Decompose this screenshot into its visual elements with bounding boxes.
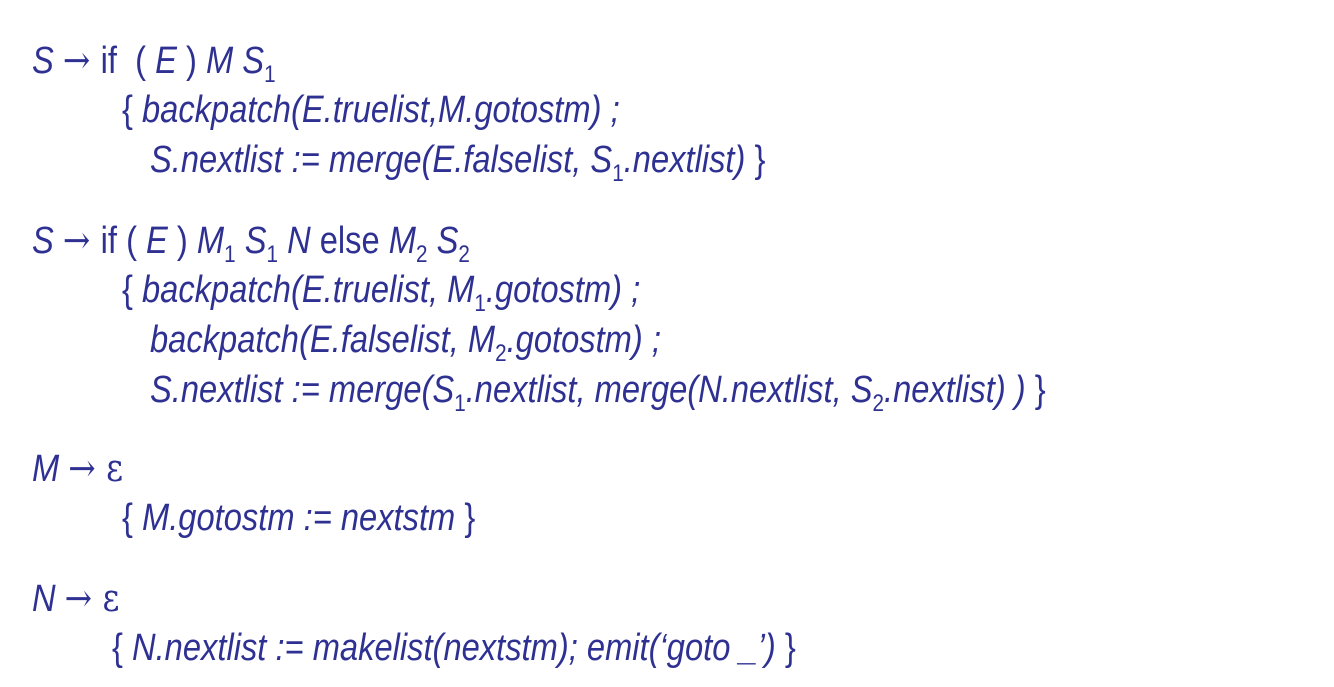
- subscript: 1: [474, 290, 486, 317]
- text-segment: }: [745, 139, 766, 181]
- text-segment: .nextlist): [623, 139, 746, 181]
- text-segment: .nextlist) ): [884, 369, 1026, 411]
- text-segment: M.gotostm := nextstm: [141, 497, 456, 539]
- text-segment: backpatch(E.falselist, M: [150, 319, 496, 361]
- production-n: N → ε: [32, 576, 119, 621]
- text-segment: }: [775, 627, 796, 669]
- text-segment: .gotostm) ;: [485, 269, 641, 311]
- action-n: { N.nextlist := makelist(nextstm); emit(…: [112, 626, 796, 670]
- text-segment: E: [146, 220, 168, 262]
- subscript: 2: [495, 340, 507, 367]
- subscript: 1: [454, 390, 466, 417]
- text-segment: M: [196, 220, 225, 262]
- text-segment: ): [167, 220, 197, 262]
- text-segment: {: [112, 627, 132, 669]
- arrow-symbol: → ε: [64, 576, 120, 620]
- text-segment: M: [32, 448, 69, 490]
- text-segment: backpatch(E.truelist,M.gotostm) ;: [141, 89, 620, 131]
- action-if-2: S.nextlist := merge(E.falselist, S1.next…: [150, 138, 765, 196]
- subscript: 1: [224, 241, 236, 268]
- subscript: 2: [416, 241, 428, 268]
- text-segment: N: [277, 220, 311, 262]
- arrow-symbol: →: [62, 218, 101, 262]
- action-if-1: { backpatch(E.truelist,M.gotostm) ;: [122, 88, 620, 132]
- subscript: 1: [612, 160, 624, 187]
- text-segment: S.nextlist := merge(S: [150, 369, 455, 411]
- text-segment: S: [32, 220, 63, 262]
- text-segment: S: [427, 220, 459, 262]
- text-segment: .nextlist, merge(N.nextlist, S: [465, 369, 873, 411]
- production-m: M → ε: [32, 446, 123, 491]
- text-segment: M: [388, 220, 417, 262]
- text-segment: S.nextlist := merge(E.falselist, S: [150, 139, 613, 181]
- text-segment: backpatch(E.truelist, M: [141, 269, 475, 311]
- text-segment: S: [235, 220, 267, 262]
- text-segment: N.nextlist := makelist(nextstm); emit(‘g…: [131, 627, 776, 669]
- text-segment: .gotostm) ;: [506, 319, 661, 361]
- subscript: 2: [458, 241, 470, 268]
- text-segment: M S: [205, 40, 265, 82]
- action-m: { M.gotostm := nextstm }: [122, 496, 475, 540]
- text-segment: }: [1025, 369, 1046, 411]
- text-segment: {: [122, 269, 142, 311]
- text-segment: if (: [100, 40, 156, 82]
- text-segment: N: [32, 578, 65, 620]
- text-segment: if (: [100, 220, 147, 262]
- text-segment: E: [155, 40, 177, 82]
- text-segment: else: [310, 220, 389, 262]
- arrow-symbol: →: [62, 38, 101, 82]
- subscript: 2: [872, 390, 885, 417]
- text-segment: S: [32, 40, 63, 82]
- text-segment: {: [122, 89, 142, 131]
- text-segment: }: [455, 497, 476, 539]
- action-ifelse-3: S.nextlist := merge(S1.nextlist, merge(N…: [150, 368, 1046, 426]
- text-segment: {: [122, 497, 142, 539]
- subscript: 1: [264, 61, 276, 88]
- arrow-symbol: → ε: [68, 446, 124, 490]
- subscript: 1: [266, 241, 278, 268]
- text-segment: ): [176, 40, 206, 82]
